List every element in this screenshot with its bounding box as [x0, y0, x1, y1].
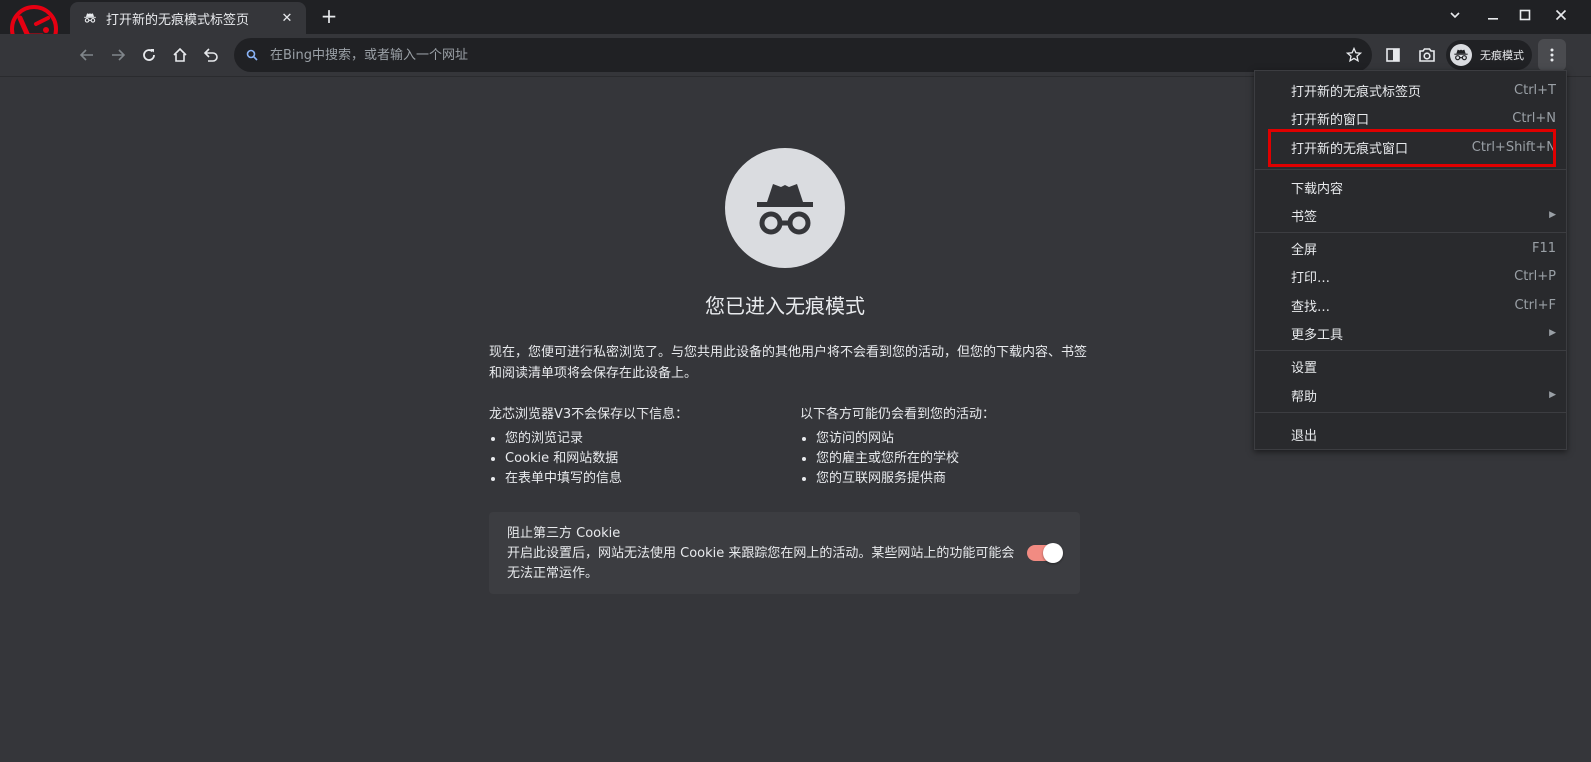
visible-to-title: 以下各方可能仍会看到您的活动：	[800, 407, 996, 422]
incognito-profile-chip[interactable]: 无痕模式	[1446, 40, 1532, 70]
home-icon[interactable]	[167, 42, 193, 68]
search-icon	[246, 49, 258, 61]
back-icon[interactable]	[74, 42, 100, 68]
incognito-icon	[82, 10, 98, 26]
tab-search-chevron-icon[interactable]	[1440, 4, 1470, 26]
close-window-icon[interactable]	[1546, 4, 1576, 26]
menu-item-settings[interactable]: 设置	[1255, 352, 1566, 380]
highlight-box	[1268, 129, 1556, 167]
side-panel-icon[interactable]	[1380, 42, 1406, 68]
menu-item-new-incognito-tab[interactable]: 打开新的无痕式标签页 Ctrl+T	[1255, 76, 1566, 104]
menu-item-help[interactable]: 帮助 ▶	[1255, 381, 1566, 409]
more-menu-button[interactable]	[1538, 39, 1566, 71]
menu-divider	[1255, 232, 1566, 233]
cookie-card-title: 阻止第三方 Cookie	[507, 526, 621, 541]
new-tab-button[interactable]: +	[318, 6, 340, 28]
menu-divider	[1255, 412, 1566, 413]
list-item: 您的雇主或您所在的学校	[816, 449, 1090, 469]
list-item: 在表单中填写的信息	[505, 469, 779, 489]
toggle-knob	[1043, 543, 1063, 563]
block-cookies-toggle[interactable]	[1027, 543, 1063, 563]
not-saved-list: 龙芯浏览器V3不会保存以下信息： 您的浏览记录 Cookie 和网站数据 在表单…	[489, 405, 779, 489]
list-item: Cookie 和网站数据	[505, 449, 779, 469]
list-item: 您的浏览记录	[505, 429, 779, 449]
incognito-hero-icon	[725, 148, 845, 268]
menu-item-bookmarks[interactable]: 书签 ▶	[1255, 201, 1566, 229]
bookmark-star-icon[interactable]	[1346, 47, 1362, 63]
incognito-avatar-icon	[1450, 44, 1472, 66]
menu-divider	[1255, 350, 1566, 351]
menu-item-downloads[interactable]: 下载内容	[1255, 173, 1566, 201]
menu-item-fullscreen[interactable]: 全屏 F11	[1255, 234, 1566, 262]
tab-close-icon[interactable]: ✕	[278, 9, 296, 27]
submenu-arrow-icon: ▶	[1549, 390, 1556, 400]
menu-item-find[interactable]: 查找… Ctrl+F	[1255, 291, 1566, 319]
cookie-card-description: 开启此设置后，网站无法使用 Cookie 来跟踪您在网上的活动。某些网站上的功能…	[507, 546, 1015, 581]
minimize-icon[interactable]	[1478, 4, 1508, 26]
tab-title: 打开新的无痕模式标签页	[106, 12, 250, 28]
submenu-arrow-icon: ▶	[1549, 210, 1556, 220]
list-item: 您的互联网服务提供商	[816, 469, 1090, 489]
screenshot-camera-icon[interactable]	[1414, 42, 1440, 68]
menu-divider	[1255, 169, 1566, 170]
intro-text: 现在，您便可进行私密浏览了。与您共用此设备的其他用户将不会看到您的活动，但您的下…	[489, 345, 1088, 381]
not-saved-title: 龙芯浏览器V3不会保存以下信息：	[489, 407, 689, 422]
menu-item-new-window[interactable]: 打开新的窗口 Ctrl+N	[1255, 104, 1566, 132]
visible-to-list: 以下各方可能仍会看到您的活动： 您访问的网站 您的雇主或您所在的学校 您的互联网…	[800, 405, 1090, 489]
submenu-arrow-icon: ▶	[1549, 328, 1556, 338]
undo-icon[interactable]	[198, 42, 224, 68]
list-item: 您访问的网站	[816, 429, 1090, 449]
kebab-menu-icon	[1550, 48, 1554, 62]
address-input[interactable]	[268, 46, 1346, 64]
menu-item-print[interactable]: 打印… Ctrl+P	[1255, 262, 1566, 290]
profile-label: 无痕模式	[1480, 49, 1524, 62]
forward-icon[interactable]	[105, 42, 131, 68]
block-cookies-card: 阻止第三方 Cookie 开启此设置后，网站无法使用 Cookie 来跟踪您在网…	[489, 512, 1080, 594]
reload-icon[interactable]	[136, 42, 162, 68]
maximize-icon[interactable]	[1510, 4, 1540, 26]
app-menu: 打开新的无痕式标签页 Ctrl+T 打开新的窗口 Ctrl+N 打开新的无痕式窗口 C…	[1254, 70, 1567, 450]
menu-item-more-tools[interactable]: 更多工具 ▶	[1255, 319, 1566, 347]
tab-incognito[interactable]: 打开新的无痕模式标签页 ✕	[70, 2, 306, 34]
title-bar: 打开新的无痕模式标签页 ✕ +	[0, 0, 1591, 53]
menu-item-exit[interactable]: 退出	[1255, 420, 1566, 448]
address-bar[interactable]	[234, 38, 1372, 72]
